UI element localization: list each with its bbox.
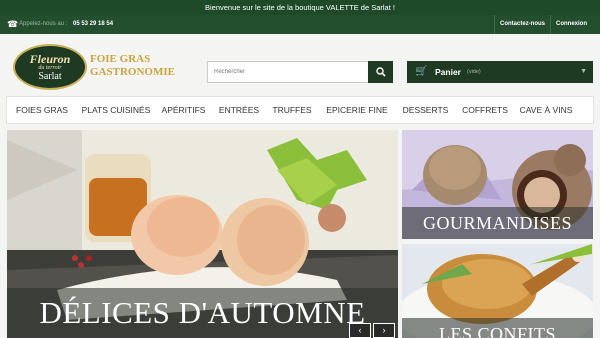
promo-gourmandises[interactable]: GOURMANDISES <box>402 130 593 239</box>
nav-item-desserts[interactable]: DESSERTS <box>396 97 455 123</box>
nav-item-plats-cuisines[interactable]: PLATS CUISINÉS <box>77 97 155 123</box>
nav-item-coffrets[interactable]: COFFRETS <box>455 97 515 123</box>
nav-item-truffes[interactable]: TRUFFES <box>266 97 318 123</box>
chevron-down-icon: ▼ <box>580 68 587 75</box>
site-header: Fleuron du terroir Sarlat FOIE GRAS GAST… <box>0 34 600 96</box>
cart-status: (vide) <box>467 69 481 75</box>
phone-icon: ☎ <box>7 19 19 29</box>
slider-controls: ‹ › <box>349 323 395 338</box>
contact-bar: ☎ Appelez-nous au : 05 53 29 18 54 Conta… <box>0 15 600 34</box>
nav-item-aperitifs[interactable]: APÉRITIFS <box>155 97 212 123</box>
hero-slider[interactable]: DÉLICES D'AUTOMNE ‹ › <box>7 130 398 338</box>
nav-item-epicerie-fine[interactable]: EPICERIE FINE <box>318 97 396 123</box>
logo-line3: Sarlat <box>38 71 62 82</box>
cart-button[interactable]: 🛒 Panier (vide) ▼ <box>407 61 593 83</box>
slider-next-button[interactable]: › <box>373 323 395 338</box>
welcome-text: Bienvenue sur le site de la boutique VAL… <box>205 3 395 12</box>
tagline-line2: GASTRONOMIE <box>90 66 175 78</box>
nav-item-entrees[interactable]: ENTRÉES <box>212 97 266 123</box>
phone-number[interactable]: 05 53 29 18 54 <box>73 15 113 34</box>
nav-item-foies-gras[interactable]: FOIES GRAS <box>7 97 77 123</box>
nav-item-cave-a-vins[interactable]: CAVE À VINS <box>515 97 577 123</box>
hero-caption: DÉLICES D'AUTOMNE <box>7 288 398 338</box>
search-input[interactable] <box>207 61 369 83</box>
cart-label: Panier <box>435 67 461 77</box>
site-logo[interactable]: Fleuron du terroir Sarlat <box>13 44 87 90</box>
promo-confits-caption: LES CONFITS <box>402 318 593 338</box>
cart-icon: 🛒 <box>415 66 428 77</box>
promo-gourmandises-caption: GOURMANDISES <box>402 207 593 239</box>
promo-confits[interactable]: LES CONFITS <box>402 244 593 338</box>
welcome-banner: Bienvenue sur le site de la boutique VAL… <box>0 0 600 15</box>
search-icon <box>375 67 386 77</box>
top-links: Contactez-nous Connexion <box>494 15 592 34</box>
call-label: Appelez-nous au : <box>19 21 68 27</box>
tagline: FOIE GRAS GASTRONOMIE <box>90 53 175 79</box>
tagline-line1: FOIE GRAS <box>90 53 151 65</box>
contact-link[interactable]: Contactez-nous <box>494 15 550 34</box>
slider-prev-button[interactable]: ‹ <box>349 323 371 338</box>
main-nav: FOIES GRAS PLATS CUISINÉS APÉRITIFS ENTR… <box>6 96 594 124</box>
login-link[interactable]: Connexion <box>550 15 592 34</box>
search-box <box>207 61 393 83</box>
search-button[interactable] <box>368 61 393 83</box>
